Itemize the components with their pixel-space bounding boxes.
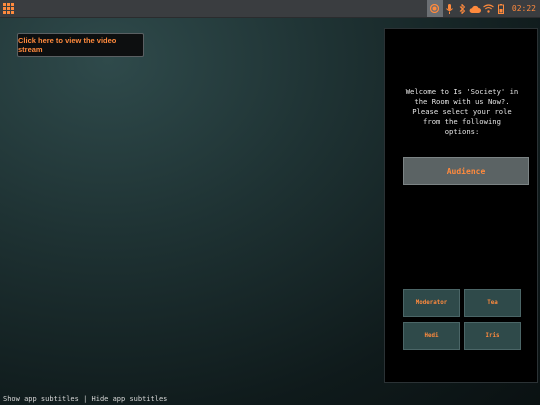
welcome-line: from the following: [423, 117, 501, 126]
top-bar: 02:22: [0, 0, 540, 18]
moderator-role-button[interactable]: Moderator: [403, 289, 460, 317]
system-tray: 02:22: [426, 0, 540, 17]
bluetooth-icon[interactable]: [456, 0, 469, 17]
cloud-icon[interactable]: [469, 0, 482, 17]
apps-grid-icon[interactable]: [3, 3, 14, 14]
view-video-stream-button[interactable]: Click here to view the video stream: [17, 33, 144, 57]
audience-role-button[interactable]: Audience: [403, 157, 529, 185]
role-selection-panel: Welcome to Is 'Society' in the Room with…: [384, 28, 538, 383]
hedi-role-button[interactable]: Hedi: [403, 322, 460, 350]
welcome-line: the Room with us Now?.: [414, 97, 510, 106]
tea-role-button[interactable]: Tea: [464, 289, 521, 317]
welcome-message: Welcome to Is 'Society' in the Room with…: [401, 87, 523, 137]
welcome-line: options:: [444, 127, 480, 136]
hide-subtitles-link[interactable]: Hide app subtitles: [92, 395, 168, 403]
microphone-icon[interactable]: [443, 0, 456, 17]
record-icon[interactable]: [426, 0, 443, 17]
battery-icon[interactable]: [495, 0, 508, 17]
welcome-line: Please select your role: [412, 107, 512, 116]
wifi-icon[interactable]: [482, 0, 495, 17]
clock: 02:22: [511, 4, 536, 13]
show-subtitles-link[interactable]: Show app subtitles: [3, 395, 79, 403]
iris-role-button[interactable]: Iris: [464, 322, 521, 350]
separator: |: [78, 395, 92, 403]
subtitle-controls: Show app subtitles | Hide app subtitles: [3, 395, 167, 403]
welcome-line: Welcome to Is 'Society' in: [405, 87, 519, 96]
